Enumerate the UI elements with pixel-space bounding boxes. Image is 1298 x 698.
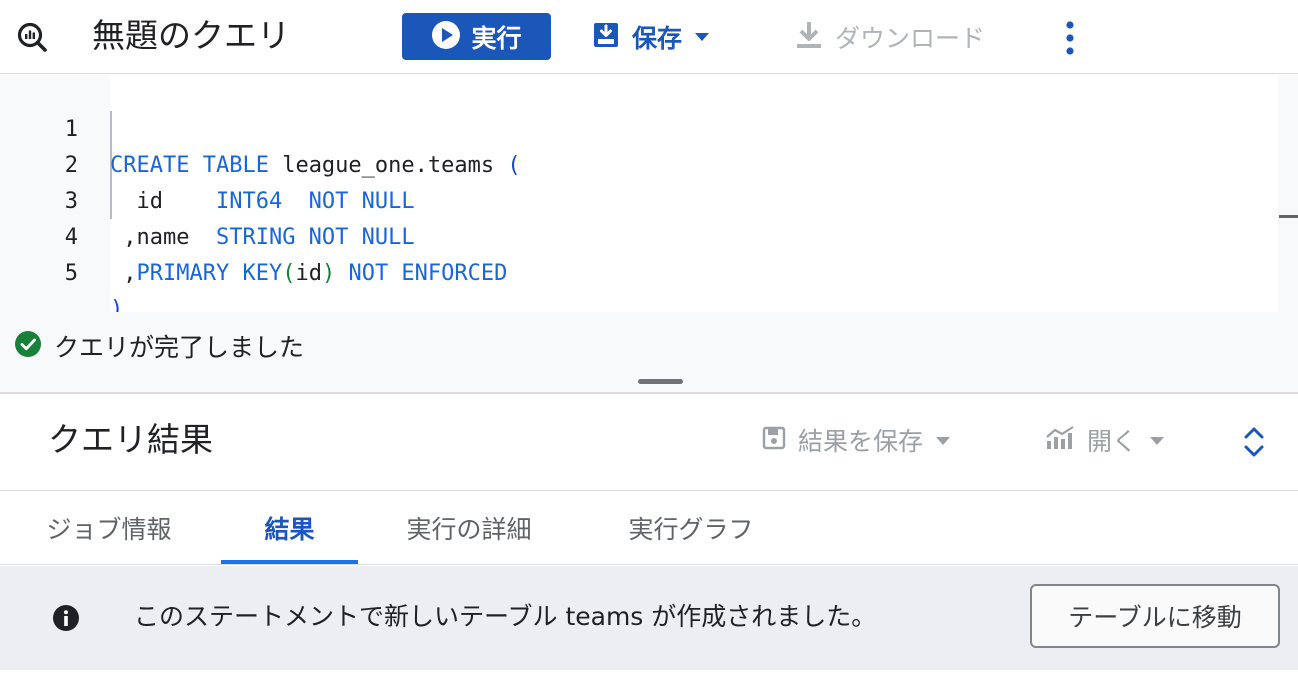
code-line[interactable]: 2 id INT64 NOT NULL [0,112,1270,214]
play-icon [431,20,461,54]
save-button-label: 保存 [632,23,683,53]
query-toolbar: 無題のクエリ 実行 保存 ダウンロード [0,0,1298,74]
download-button-label: ダウンロード [835,23,986,53]
tab-execution-graph[interactable]: 実行グラフ [608,492,774,564]
save-button[interactable]: 保存 [592,13,710,60]
more-options-button[interactable] [1056,18,1084,58]
info-banner: このステートメントで新しいテーブル teams が作成されました。 テーブルに移… [0,566,1298,670]
code-token: ( [282,261,296,286]
unfold-icon [1240,427,1268,464]
query-status: クエリが完了しました [14,328,304,364]
query-title[interactable]: 無題のクエリ [92,14,290,58]
go-to-table-button[interactable]: テーブルに移動 [1030,584,1280,648]
more-vert-icon [1056,21,1084,62]
resize-handle[interactable] [638,379,683,384]
status-message: クエリが完了しました [54,333,305,362]
status-area: クエリが完了しました [0,312,1298,392]
run-button-label: 実行 [471,23,522,53]
code-line[interactable]: 3 ,name STRING NOT NULL [0,148,1270,250]
sql-editor[interactable]: 1 CREATE TABLE league_one.teams ( 2 id I… [0,75,1298,322]
code-token: NOT ENFORCED [335,261,508,286]
code-token: , [110,261,137,286]
download-icon [795,20,823,54]
code-text: ,PRIMARY KEY(id) NOT ENFORCED [110,256,507,292]
caret-down-icon [935,431,951,450]
check-circle-icon [14,330,42,362]
save-icon [762,426,786,454]
tab-execution-details[interactable]: 実行の詳細 [386,492,552,564]
tab-job-info[interactable]: ジョブ情報 [26,492,192,564]
save-icon [592,21,620,53]
active-tab-indicator [221,560,358,564]
bigquery-logo-icon [16,21,48,53]
results-header: クエリ結果 結果を保存 開く [0,394,1298,491]
open-in-label: 開く [1087,427,1138,456]
code-token: id [295,261,322,286]
chart-icon [1045,425,1075,455]
run-button[interactable]: 実行 [402,13,551,60]
info-icon [52,604,80,632]
code-token: ) [321,261,336,286]
code-line[interactable]: 1 CREATE TABLE league_one.teams ( [0,76,1270,178]
code-token: PRIMARY KEY [136,261,283,286]
expand-collapse-button[interactable] [1240,424,1268,460]
caret-down-icon [1149,431,1165,450]
results-title: クエリ結果 [48,420,213,459]
overview-ruler-marker [1279,215,1298,218]
results-tabs: ジョブ情報 結果 実行の詳細 実行グラフ [0,492,1298,565]
code-line[interactable]: 4 ,PRIMARY KEY(id) NOT ENFORCED [0,184,1270,286]
code-line[interactable]: 5 ) [0,220,1270,322]
save-results-label: 結果を保存 [798,427,924,456]
save-results-button[interactable]: 結果を保存 [762,422,951,458]
line-number: 5 [64,261,78,286]
banner-message: このステートメントで新しいテーブル teams が作成されました。 [134,602,877,631]
open-in-button[interactable]: 開く [1045,422,1165,458]
caret-down-icon [694,27,710,46]
download-button[interactable]: ダウンロード [795,13,985,60]
tab-results[interactable]: 結果 [221,492,358,564]
